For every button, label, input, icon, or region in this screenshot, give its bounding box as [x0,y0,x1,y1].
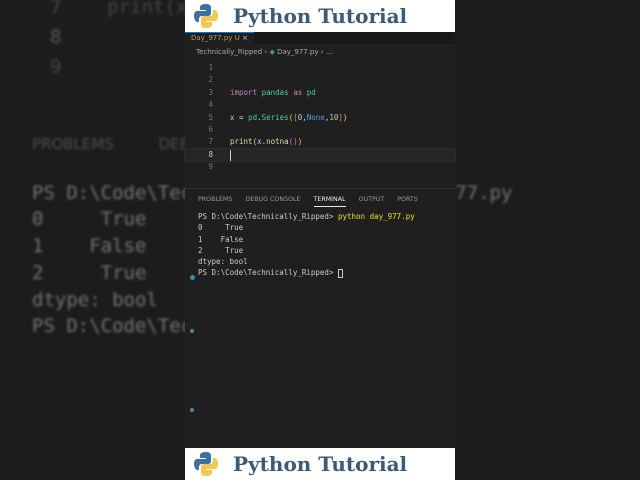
line-number: 4 [208,100,213,110]
bg-line: 8 [50,26,62,48]
editor-tab-bar: Day_977.py U × [185,32,455,44]
bg-term: 1 False [32,235,147,257]
terminal-output: dtype: bool [198,257,248,267]
bg-line: 7 print(x [50,0,188,18]
breadcrumb-file[interactable]: Day_977.py [277,48,319,56]
video-frame: Python Tutorial Day_977.py U × Technical… [184,0,456,480]
banner-title: Python Tutorial [233,4,408,28]
bg-term: dtype: bool [32,289,158,311]
terminal-output: 0 True [198,223,244,233]
bg-term: PS D:\Code\Tec [32,315,193,337]
line-number: 8 [208,149,213,159]
breadcrumb: Technically_Ripped › ◆ Day_977.py › ... [196,48,333,56]
code-editor[interactable]: 1 2 3 import pandas as pd 4 5 x = pd.Serie… [184,62,456,174]
line-number: 2 [208,75,213,85]
bg-line: 9 [50,56,62,78]
python-logo-icon [194,452,218,476]
close-icon[interactable]: × [242,34,248,42]
code-line: import pandas as pd [230,87,316,97]
tab-ports[interactable]: PORTS [397,196,418,207]
tab-problems[interactable]: PROBLEMS [198,196,232,207]
tab-debug-console[interactable]: DEBUG CONSOLE [245,196,300,207]
terminal-prompt: PS D:\Code\Technically_Ripped> [198,268,338,278]
line-number: 5 [208,112,213,122]
terminal[interactable]: PS D:\Code\Technically_Ripped> python da… [185,207,455,279]
bg-term: 2 True [32,262,147,284]
tab-status: U [234,34,240,42]
tab-filename: Day_977.py [191,34,233,42]
bg-term: 0 True [32,208,147,230]
terminal-cursor [337,268,343,278]
line-number: 9 [208,162,213,172]
status-dot-icon [190,275,195,280]
line-number: 6 [208,124,213,134]
status-dot-icon [190,329,194,333]
python-file-icon: ◆ [269,48,275,56]
code-line: x = pd.Series([0,None,10]) [230,112,348,122]
breadcrumb-more[interactable]: ... [326,48,333,56]
text-cursor [230,149,231,161]
code-line: print(x.notna()) [230,137,303,147]
breadcrumb-folder[interactable]: Technically_Ripped [196,48,262,56]
editor-tab[interactable]: Day_977.py U × [185,32,254,44]
banner-title: Python Tutorial [233,452,408,476]
tab-output[interactable]: OUTPUT [359,196,385,207]
line-number: 7 [208,137,213,147]
tab-terminal[interactable]: TERMINAL [313,196,346,207]
terminal-command: python day_977.py [337,212,415,221]
bottom-banner: Python Tutorial [185,448,455,480]
top-banner: Python Tutorial [185,0,455,32]
bottom-panel: PROBLEMS DEBUG CONSOLE TERMINAL OUTPUT P… [185,188,455,448]
status-dot-icon [190,408,194,412]
terminal-output: 1 False [198,234,244,244]
line-number: 3 [208,87,213,97]
terminal-output: 2 True [198,245,244,255]
python-logo-icon [194,4,218,28]
line-number: 1 [208,63,213,72]
terminal-prompt: PS D:\Code\Technically_Ripped> [198,212,338,221]
